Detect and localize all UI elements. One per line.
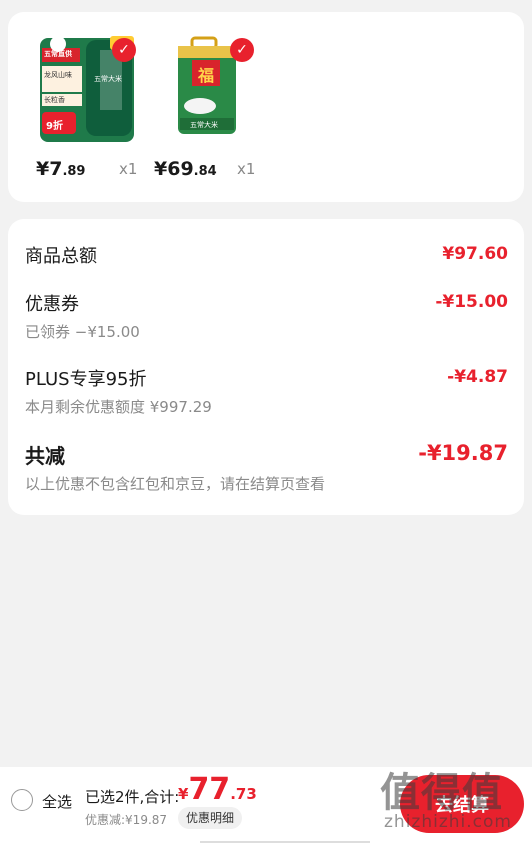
- total-currency: ¥: [178, 785, 189, 803]
- product-price: ¥7.89: [36, 158, 85, 180]
- product-image-text: 福: [198, 66, 215, 85]
- product-image-text: 五常直供: [44, 50, 72, 58]
- goods-total-label: 商品总额: [25, 246, 97, 267]
- select-all-label[interactable]: 全选: [42, 791, 72, 812]
- goods-total-value: ¥97.60: [442, 244, 508, 264]
- total-reduce-note: 以上优惠不包含红包和京豆，请在结算页查看: [25, 475, 326, 493]
- total-reduce-value: -¥19.87: [418, 441, 508, 465]
- selected-count-text: 已选2件,合计:: [85, 788, 180, 806]
- discount-detail-button[interactable]: 优惠明细: [178, 807, 243, 829]
- product-image-text: 长粒香: [44, 96, 65, 104]
- product-item[interactable]: 福 五常大米 ✓: [152, 34, 256, 146]
- product-image-text: 五常大米: [94, 75, 122, 83]
- select-all-radio[interactable]: [11, 789, 33, 811]
- price-decimal: .89: [62, 164, 86, 179]
- total-reduce-label: 共减: [25, 444, 65, 468]
- price-integer: ¥7: [36, 158, 63, 180]
- product-image-text: 五常大米: [190, 121, 218, 129]
- total-decimal: .73: [230, 785, 257, 803]
- product-quantity: x1: [119, 160, 138, 178]
- price-integer: ¥69: [154, 158, 194, 180]
- checked-icon[interactable]: ✓: [112, 38, 136, 62]
- product-item[interactable]: 五常直供 龙风山味 长粒香 9折 五常大米 ✓: [34, 34, 138, 146]
- product-price: ¥69.84: [154, 158, 217, 180]
- total-amount: ¥77.73: [178, 772, 257, 807]
- price-decimal: .84: [193, 164, 217, 179]
- product-quantity: x1: [237, 160, 256, 178]
- discount-line: 优惠减:¥19.87: [85, 813, 168, 827]
- coupon-label: 优惠券: [25, 294, 79, 315]
- watermark-logo: 值得值: [380, 770, 503, 816]
- watermark-url: zhizhizhi.com: [384, 812, 512, 832]
- product-image-text: 龙风山味: [44, 71, 72, 79]
- coupon-value: -¥15.00: [435, 292, 508, 312]
- selected-products-card: 五常直供 龙风山味 长粒香 9折 五常大米 ✓ ¥7.89 x1 福 五常大米 …: [8, 12, 524, 202]
- coupon-sub: 已领券 −¥15.00: [25, 323, 140, 341]
- watermark: 值得值 zhizhizhi.com: [380, 760, 511, 832]
- plus-discount-value: -¥4.87: [447, 367, 508, 387]
- checked-icon[interactable]: ✓: [230, 38, 254, 62]
- price-summary-card: 商品总额 ¥97.60 优惠券 -¥15.00 已领券 −¥15.00 PLUS…: [8, 219, 524, 515]
- plus-discount-label: PLUS专享95折: [25, 369, 147, 390]
- total-integer: 77: [188, 772, 231, 807]
- product-image-text: 9折: [46, 121, 63, 132]
- plus-remaining-quota: 本月剩余优惠额度 ¥997.29: [25, 398, 212, 416]
